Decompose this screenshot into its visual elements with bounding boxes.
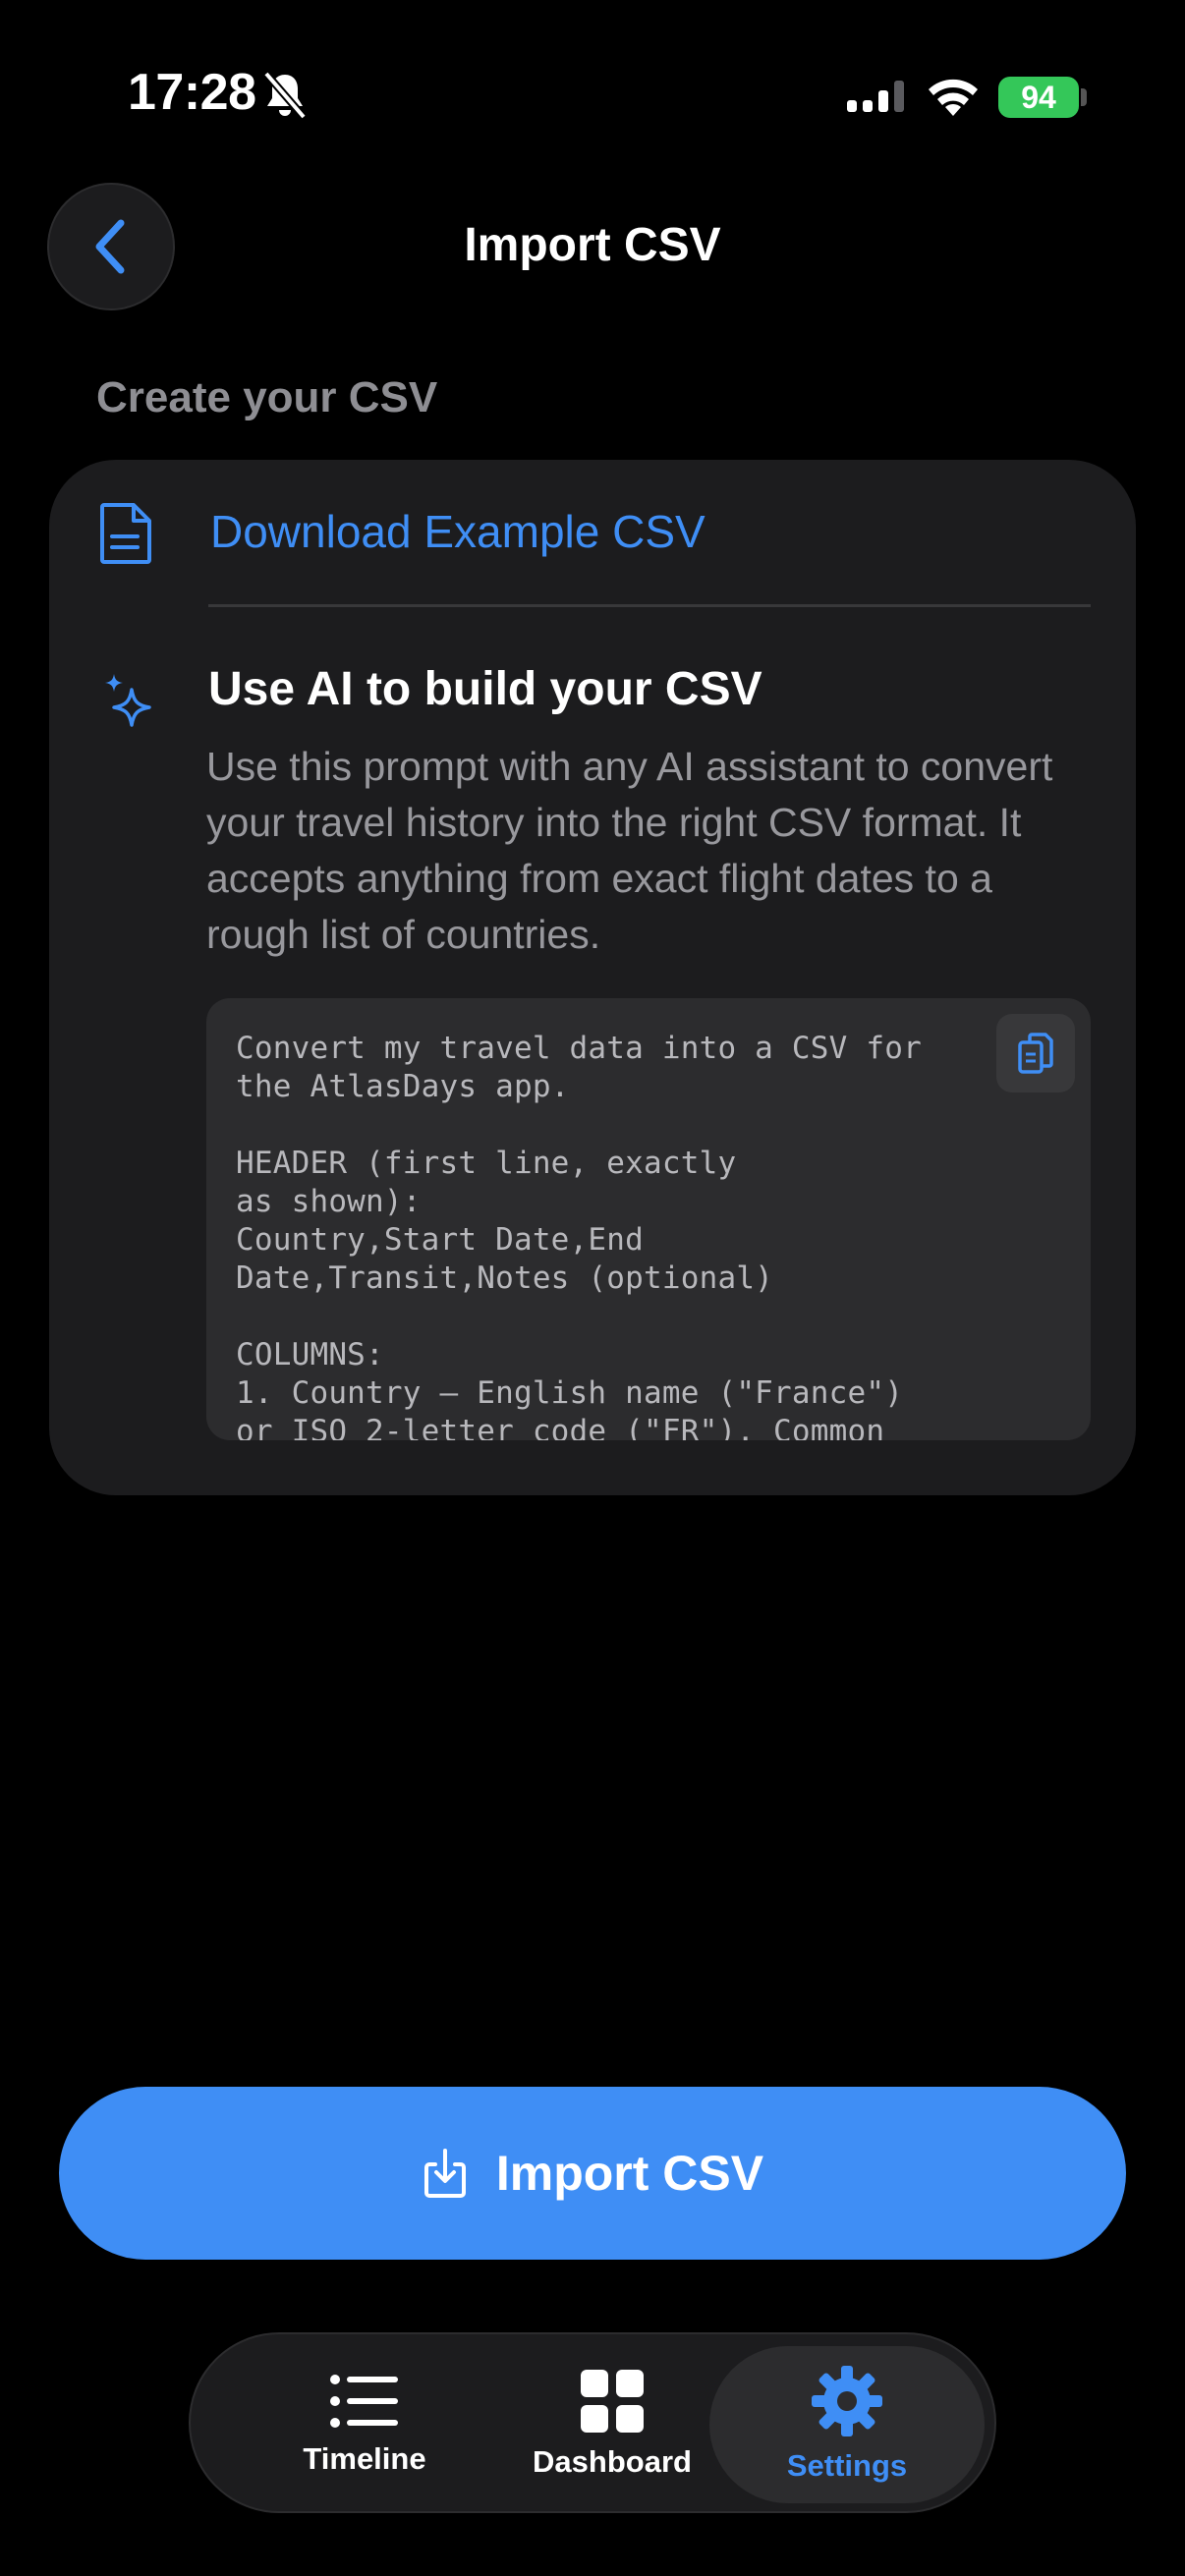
battery-nub [1081,88,1087,106]
grid-icon [581,2370,644,2433]
tab-label: Dashboard [533,2444,692,2479]
tab-dashboard[interactable]: Dashboard [481,2346,743,2503]
bell-muted-icon [263,71,307,120]
sparkles-icon [105,674,151,727]
ai-prompt-box[interactable]: Convert my travel data into a CSV for th… [206,998,1091,1440]
ai-section-title: Use AI to build your CSV [208,663,762,715]
import-csv-label: Import CSV [495,2146,764,2201]
wifi-icon [929,79,978,116]
import-icon [423,2149,466,2198]
document-icon [100,503,151,564]
tab-label: Settings [786,2448,908,2483]
page-title: Import CSV [464,219,721,271]
ai-section-description: Use this prompt with any AI assistant to… [206,744,1053,957]
tab-label: Timeline [303,2441,426,2476]
import-csv-screen: 17:28 94 Import CSV Create your CSV Down… [0,0,1185,2576]
battery-indicator: 94 [998,77,1079,118]
copy-icon [1018,1033,1053,1074]
download-example-csv-link[interactable]: Download Example CSV [210,505,705,558]
tab-bar: Timeline Dashboard Settings [189,2332,996,2513]
tab-timeline[interactable]: Timeline [234,2346,495,2503]
section-label: Create your CSV [96,373,438,421]
cellular-signal-icon [847,81,904,112]
list-icon [330,2375,398,2428]
ai-prompt-text: Convert my travel data into a CSV for th… [236,1031,922,1440]
status-time: 17:28 [128,64,256,121]
gear-icon [812,2366,882,2436]
import-csv-button[interactable]: Import CSV [59,2087,1126,2260]
divider [208,604,1091,607]
battery-level: 94 [1021,79,1056,115]
copy-prompt-button[interactable] [996,1014,1075,1092]
tab-settings[interactable]: Settings [709,2346,985,2503]
